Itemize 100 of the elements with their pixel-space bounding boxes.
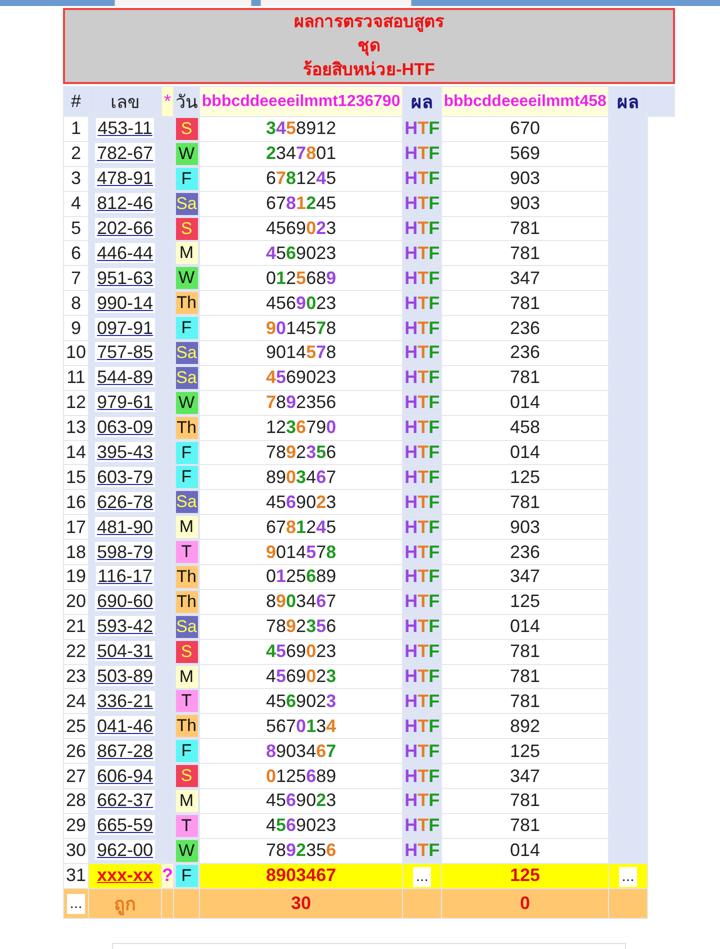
row-number: 5 [70, 218, 81, 238]
number-link[interactable]: 478-91 [94, 168, 156, 188]
number-link[interactable]: 202-66 [94, 218, 156, 238]
number-link[interactable]: 951-63 [94, 268, 156, 288]
number-link[interactable]: 395-43 [94, 442, 156, 462]
number-link[interactable]: 446-44 [94, 242, 156, 263]
number-link[interactable]: 990-14 [94, 292, 156, 313]
number-link[interactable]: 503-89 [94, 666, 156, 686]
number-link[interactable]: 041-46 [94, 716, 156, 736]
digits-text: 8903467 [266, 865, 336, 886]
value-text: 125 [510, 466, 540, 487]
day-badge: W [176, 142, 198, 165]
number-link[interactable]: 063-09 [94, 417, 156, 438]
day-badge: Th [176, 715, 198, 738]
day-badge: F [176, 466, 198, 488]
digits-text: 0125689 [266, 566, 336, 586]
digits-text: 8903467 [266, 591, 336, 612]
number-link[interactable]: 665-59 [94, 815, 156, 836]
digits-text: 6781245 [266, 193, 336, 214]
number-link[interactable]: 336-21 [94, 690, 156, 711]
row-number: 29 [66, 815, 86, 836]
value-text: 781 [510, 218, 540, 238]
number-link[interactable]: 979-61 [94, 392, 156, 412]
day-badge: S [176, 118, 198, 140]
digits-text: 4569023 [266, 790, 336, 810]
digits-text: 9014578 [266, 542, 336, 562]
day-badge: M [176, 242, 198, 264]
number-link[interactable]: 757-85 [94, 342, 156, 362]
number-link[interactable]: 662-37 [94, 790, 156, 810]
column-header: bbbcddeeeeilmmt1236790 [202, 92, 400, 110]
day-badge: F [176, 317, 198, 340]
day-badge: Sa [176, 192, 198, 215]
value-text: 236 [510, 342, 540, 362]
column-header: ผล [411, 92, 434, 112]
result-text: HTF [404, 716, 440, 736]
day-badge: Sa [176, 366, 198, 389]
value-text: 014 [510, 616, 540, 636]
number-link[interactable]: 116-17 [96, 566, 154, 586]
value-text: 781 [510, 666, 540, 686]
day-badge: F [176, 168, 198, 190]
digits-text: 9014578 [266, 342, 336, 362]
number-link[interactable]: 690-60 [94, 591, 156, 612]
value-text: 569 [510, 143, 540, 164]
result-text: HTF [404, 790, 440, 810]
number-link[interactable]: 812-46 [94, 193, 156, 214]
ellipsis-button[interactable]: ... [66, 894, 86, 914]
result-text: HTF [404, 392, 440, 412]
result-text: HTF [404, 292, 440, 313]
number-link[interactable]: 867-28 [94, 740, 156, 761]
row-number: 17 [66, 516, 86, 537]
ellipsis-button[interactable]: ... [412, 866, 432, 887]
number-link[interactable]: 606-94 [94, 766, 156, 786]
result-text: HTF [404, 542, 440, 562]
digits-text: 4569023 [266, 218, 336, 238]
row-number: 28 [66, 790, 86, 810]
value-text: 670 [510, 118, 540, 138]
number-link[interactable]: 603-79 [94, 466, 156, 487]
row-number: 2 [70, 143, 81, 164]
number-link[interactable]: 782-67 [94, 143, 156, 164]
value-text: 236 [510, 318, 540, 338]
value-text: 014 [510, 392, 540, 412]
digits-text: 9014578 [266, 318, 336, 338]
hits-count: 30 [291, 892, 312, 913]
result-text: HTF [404, 616, 440, 636]
row-number: 30 [66, 840, 86, 860]
day-badge: T [176, 690, 198, 712]
number-link[interactable]: 962-00 [94, 840, 156, 860]
day-badge: Sa [176, 616, 198, 638]
day-badge: W [176, 267, 198, 290]
row-number: 24 [66, 690, 86, 711]
value-text: 903 [510, 516, 540, 537]
row-number: 23 [66, 666, 86, 686]
row-number: 12 [66, 392, 86, 412]
column-header: bbbcddeeeeilmmt458 [444, 92, 606, 110]
row-number: 6 [70, 242, 81, 263]
day-badge: Sa [176, 342, 198, 364]
column-header: วัน [176, 92, 198, 112]
number-link[interactable]: 626-78 [94, 492, 156, 512]
digits-text: 4569023 [266, 367, 336, 388]
number-link[interactable]: 598-79 [94, 542, 156, 562]
ellipsis-button[interactable]: ... [618, 866, 638, 887]
result-text: HTF [404, 442, 440, 462]
value-text: 347 [510, 566, 540, 586]
result-text: HTF [404, 641, 440, 662]
value-text: 781 [510, 367, 540, 388]
number-link[interactable]: 481-90 [94, 516, 156, 537]
number-link[interactable]: 097-91 [94, 318, 156, 338]
row-number: 31 [66, 865, 86, 886]
value-text: 781 [510, 690, 540, 711]
day-badge: W [176, 840, 198, 862]
digits-text: 7892356 [266, 840, 336, 860]
row-number: 10 [66, 342, 86, 362]
row-number: 26 [66, 740, 86, 761]
number-link[interactable]: 544-89 [94, 367, 156, 388]
title-line: ร้อยสิบหน่วย-HTF [303, 59, 435, 81]
result-text: HTF [404, 342, 440, 362]
digits-text: 8903467 [266, 466, 336, 487]
number-link[interactable]: 504-31 [94, 641, 156, 662]
number-link[interactable]: 593-42 [94, 616, 156, 636]
number-link[interactable]: 453-11 [96, 118, 154, 138]
